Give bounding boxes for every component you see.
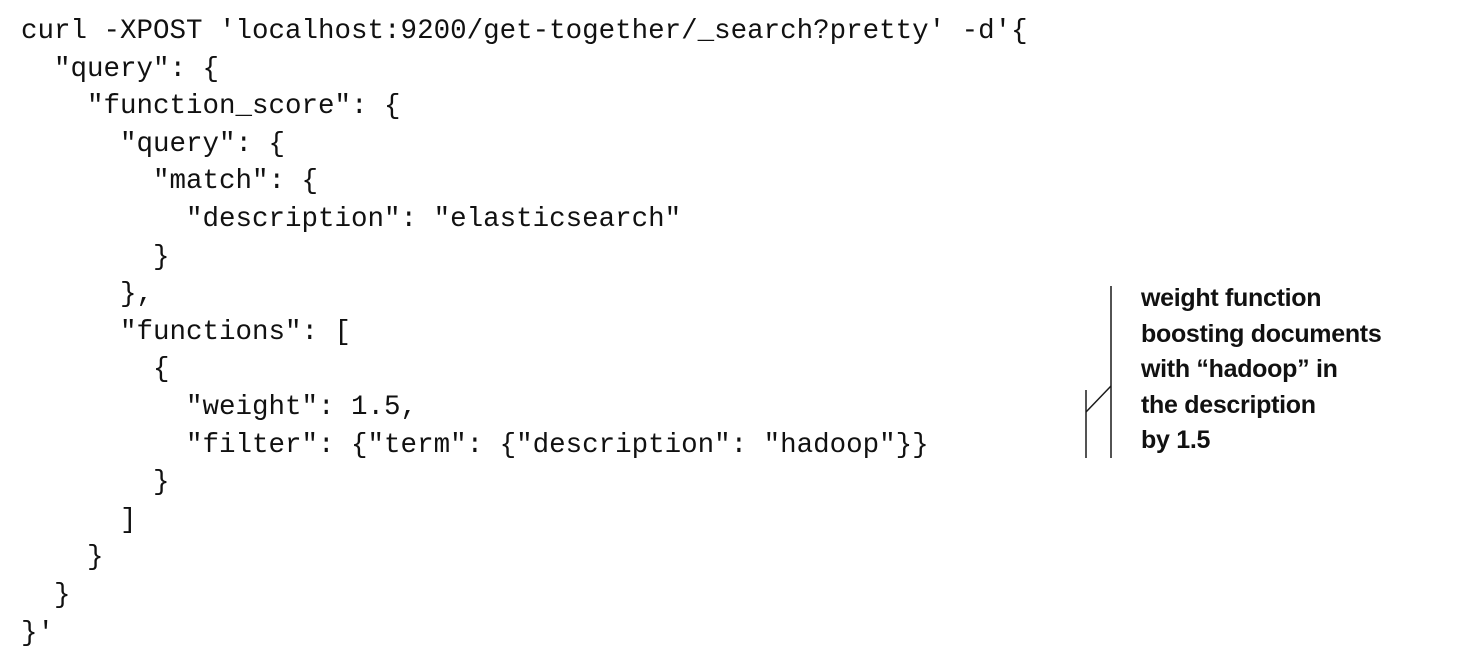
code-line: "filter": {"term": {"description": "hado… [21, 429, 929, 461]
code-line: } [21, 467, 170, 499]
code-line: "function_score": { [21, 91, 401, 123]
code-line: } [21, 542, 104, 574]
code-line: "query": { [21, 128, 286, 160]
code-line: }, [21, 279, 154, 311]
code-line: "functions": [ [21, 316, 352, 348]
code-listing: curl -XPOST 'localhost:9200/get-together… [21, 13, 1028, 652]
annotation-line: boosting documents [1141, 319, 1382, 348]
code-line: "match": { [21, 166, 319, 198]
annotation-line: with “hadoop” in [1141, 355, 1338, 383]
code-line: "weight": 1.5, [21, 391, 418, 423]
annotation-line: the description [1141, 390, 1316, 419]
annotation-line: by 1.5 [1141, 426, 1211, 454]
code-line: } [21, 241, 170, 273]
code-line: { [21, 354, 170, 386]
code-line: curl -XPOST 'localhost:9200/get-together… [21, 16, 1028, 47]
callout-bracket [1085, 286, 1112, 458]
callout-annotation: weight function boosting documents with … [1141, 281, 1382, 459]
code-line: } [21, 579, 71, 611]
code-line: "description": "elasticsearch" [21, 203, 682, 235]
code-line: "query": { [21, 53, 220, 85]
annotation-line: weight function [1141, 284, 1322, 312]
code-line: ] [21, 504, 137, 536]
code-line: }' [21, 617, 55, 649]
callout-connector [1085, 385, 1112, 413]
